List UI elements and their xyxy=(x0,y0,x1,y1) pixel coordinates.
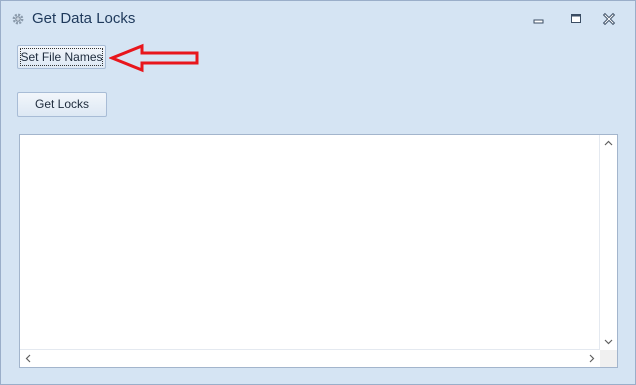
minimize-icon xyxy=(533,19,544,24)
horizontal-scrollbar[interactable] xyxy=(20,349,600,367)
maximize-icon xyxy=(571,14,581,23)
client-area: Set File Names Get Locks xyxy=(8,37,628,377)
maximize-button[interactable] xyxy=(564,9,588,29)
close-button[interactable] xyxy=(597,9,621,29)
scroll-right-icon[interactable] xyxy=(584,351,599,366)
minimize-button[interactable] xyxy=(527,9,551,29)
gear-icon[interactable] xyxy=(11,12,25,26)
scrollbar-corner xyxy=(600,350,617,367)
scroll-down-icon[interactable] xyxy=(601,334,616,349)
get-locks-button[interactable]: Get Locks xyxy=(17,92,107,117)
vertical-scrollbar[interactable] xyxy=(599,135,617,350)
close-icon xyxy=(602,12,616,26)
scroll-left-icon[interactable] xyxy=(21,351,36,366)
set-file-names-button[interactable]: Set File Names xyxy=(17,45,106,69)
left-arrow-icon xyxy=(109,43,199,73)
set-file-names-label: Set File Names xyxy=(20,50,103,64)
output-textbox[interactable] xyxy=(19,134,618,368)
app-window: Get Data Locks Set File Names Get Locks xyxy=(0,0,636,385)
title-bar[interactable]: Get Data Locks xyxy=(1,1,635,37)
scroll-up-icon[interactable] xyxy=(601,136,616,151)
window-title: Get Data Locks xyxy=(32,10,136,27)
